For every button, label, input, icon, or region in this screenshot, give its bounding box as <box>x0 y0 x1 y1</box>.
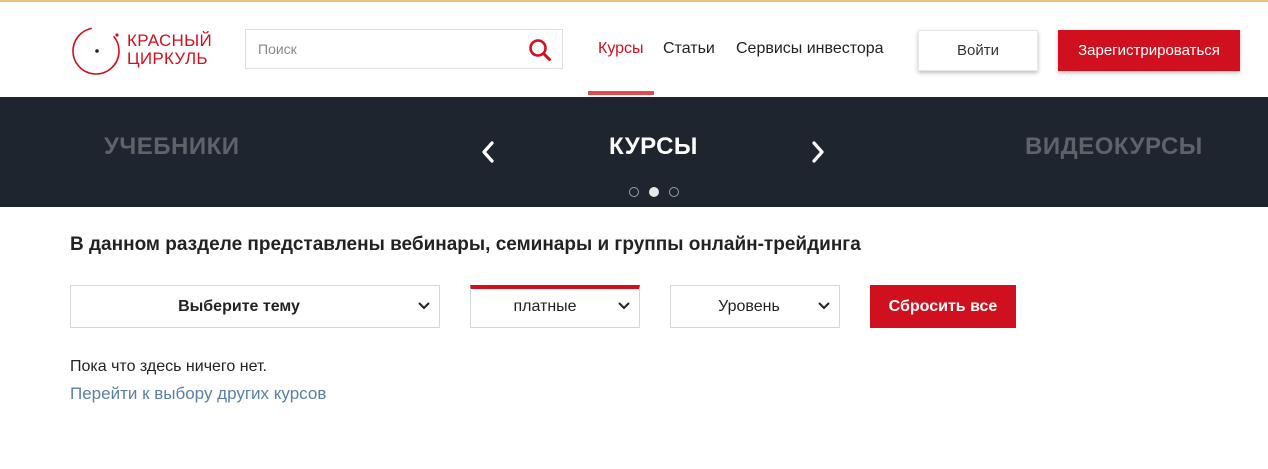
price-type-select[interactable]: платные <box>470 285 640 328</box>
price-type-select-value: платные <box>513 298 577 315</box>
reset-filters-button[interactable]: Сбросить все <box>870 285 1016 328</box>
carousel-dots <box>629 187 689 199</box>
chevron-left-icon[interactable] <box>478 139 498 165</box>
register-button[interactable]: Зарегистрироваться <box>1058 30 1240 71</box>
search-input[interactable] <box>246 30 516 68</box>
section-title: В данном разделе представлены вебинары, … <box>70 234 861 255</box>
search-box <box>245 29 563 69</box>
category-carousel: УЧЕБНИКИ КУРСЫ ВИДЕОКУРСЫ <box>0 97 1268 207</box>
compass-circle-logo-icon <box>72 27 120 75</box>
carousel-prev-slide-label[interactable]: УЧЕБНИКИ <box>104 133 240 161</box>
nav-item-articles[interactable]: Статьи <box>663 40 715 58</box>
other-courses-link[interactable]: Перейти к выбору других курсов <box>70 384 326 404</box>
carousel-dot-active[interactable] <box>649 187 659 197</box>
logo-text-line2: ЦИРКУЛЬ <box>127 49 208 68</box>
chevron-down-icon <box>418 302 430 310</box>
chevron-down-icon <box>618 302 630 310</box>
nav-active-underline <box>588 91 654 95</box>
empty-state-message: Пока что здесь ничего нет. <box>70 358 267 375</box>
topic-select-value: Выберите тему <box>178 298 300 315</box>
carousel-next-slide-label[interactable]: ВИДЕОКУРСЫ <box>1025 133 1203 161</box>
site-logo[interactable]: КРАСНЫЙ ЦИРКУЛЬ <box>70 24 230 78</box>
logo-text-line1: КРАСНЫЙ <box>127 31 212 50</box>
nav-item-courses[interactable]: Курсы <box>598 40 644 58</box>
login-button[interactable]: Войти <box>918 30 1038 71</box>
chevron-down-icon <box>818 302 830 310</box>
level-select[interactable]: Уровень <box>670 285 840 328</box>
carousel-dot[interactable] <box>629 187 639 197</box>
carousel-dot[interactable] <box>669 187 679 197</box>
level-select-value: Уровень <box>718 298 780 315</box>
carousel-current-slide-label: КУРСЫ <box>609 133 698 160</box>
topic-select[interactable]: Выберите тему <box>70 285 440 328</box>
site-header: КРАСНЫЙ ЦИРКУЛЬ Курсы Статьи Сервисы инв… <box>0 2 1268 97</box>
search-icon[interactable] <box>526 36 554 64</box>
chevron-right-icon[interactable] <box>808 139 828 165</box>
nav-item-investor-services[interactable]: Сервисы инвестора <box>736 40 884 58</box>
